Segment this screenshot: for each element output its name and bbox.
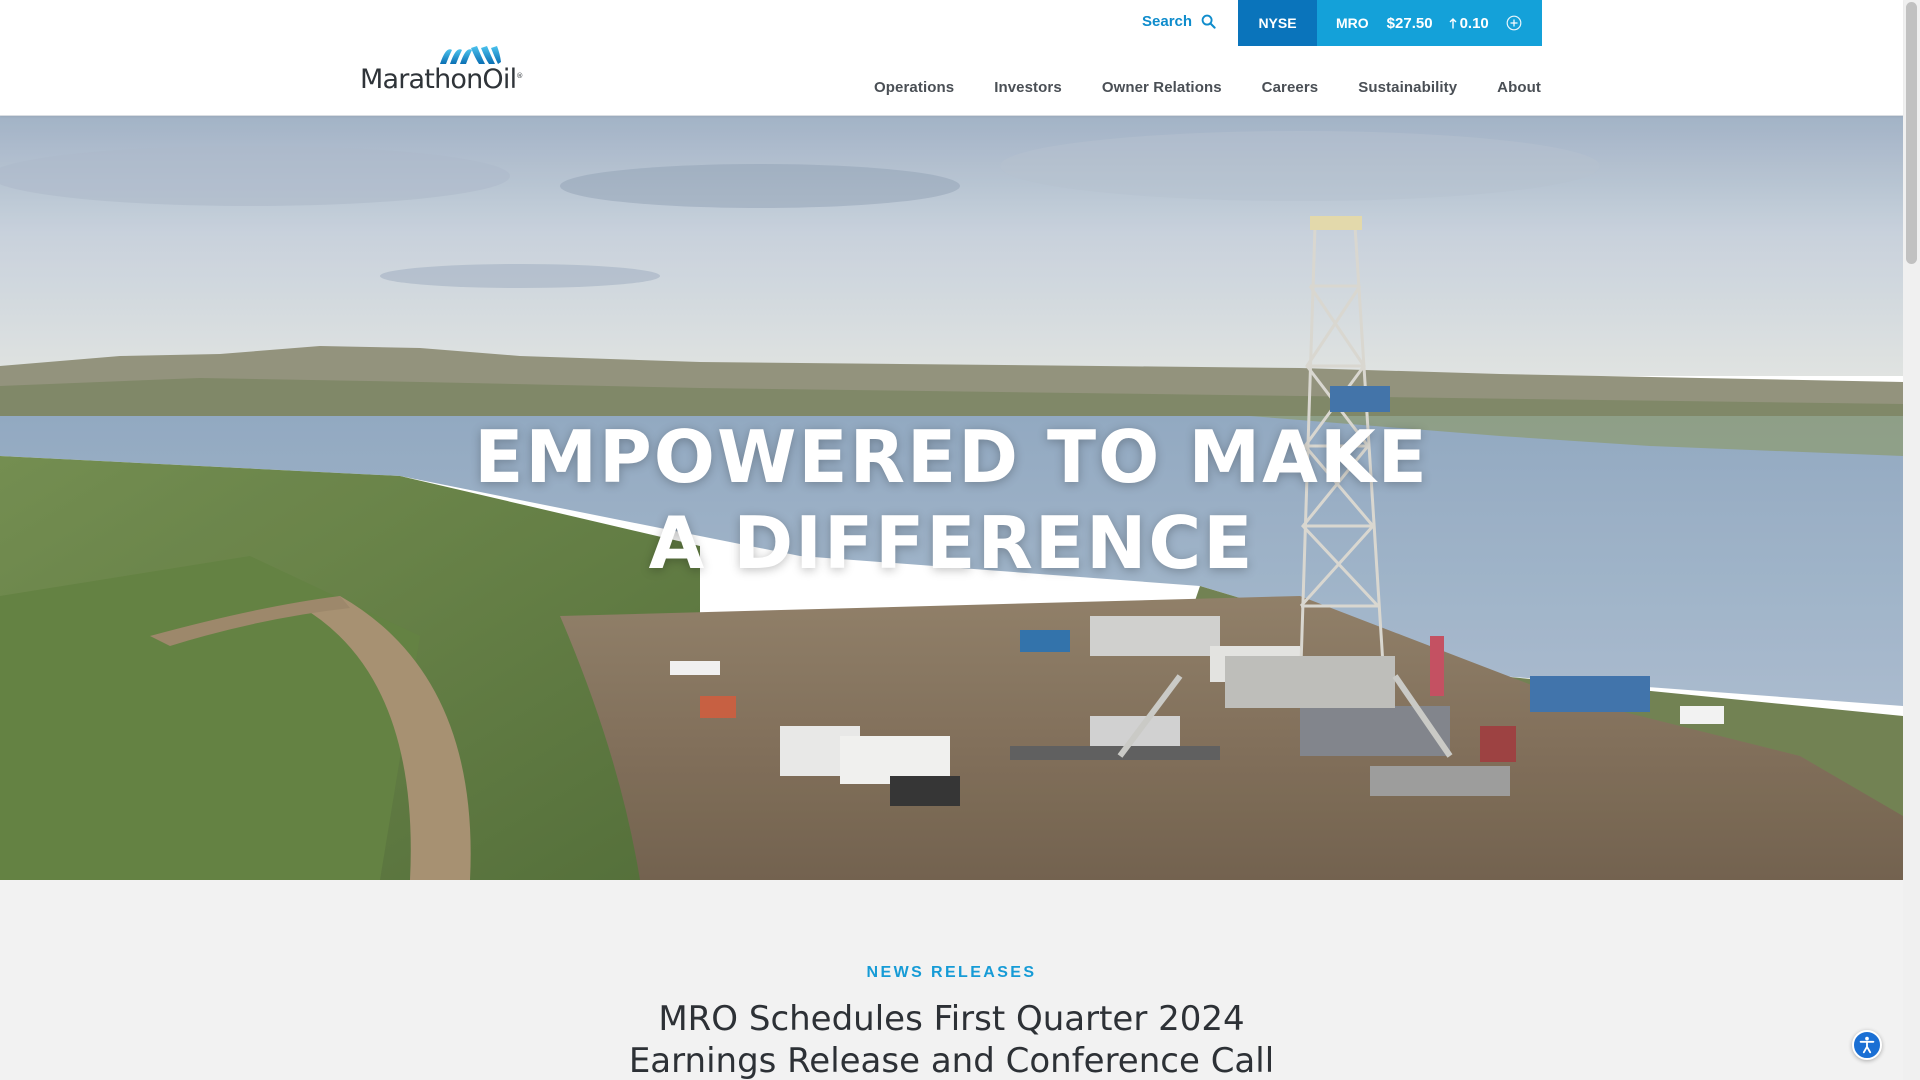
hero-banner: EMPOWERED TO MAKE A DIFFERENCE xyxy=(0,116,1903,880)
logo-word-1: Marathon xyxy=(360,64,483,95)
nav-item-sustainability[interactable]: Sustainability xyxy=(1358,79,1457,96)
stock-change: 0.10 xyxy=(1449,15,1489,32)
main-nav: Operations Investors Owner Relations Car… xyxy=(874,79,1541,96)
nav-item-investors[interactable]: Investors xyxy=(994,79,1062,96)
logo-trademark: ® xyxy=(516,72,523,80)
search-icon xyxy=(1201,14,1216,29)
news-headline-line-1: MRO Schedules First Quarter 2024 xyxy=(658,999,1245,1039)
news-headline-link[interactable]: MRO Schedules First Quarter 2024 Earning… xyxy=(0,998,1903,1080)
stock-exchange-label: NYSE xyxy=(1238,0,1317,46)
hero-title-line-1: EMPOWERED TO MAKE xyxy=(474,415,1429,499)
page-scrollbar[interactable] xyxy=(1903,0,1920,1080)
stock-change-value: 0.10 xyxy=(1459,14,1489,32)
nav-item-owner-relations[interactable]: Owner Relations xyxy=(1102,79,1222,96)
stock-ticker: NYSE MRO $27.50 0.10 xyxy=(1238,0,1542,46)
accessibility-icon xyxy=(1859,1036,1875,1054)
page: MarathonOil® Search NYSE MRO $27.50 0.10 xyxy=(0,0,1920,1080)
scrollbar-thumb[interactable] xyxy=(1906,2,1917,264)
hero-title: EMPOWERED TO MAKE A DIFFERENCE xyxy=(0,414,1903,586)
logo-wordmark: MarathonOil® xyxy=(360,64,523,95)
nav-item-operations[interactable]: Operations xyxy=(874,79,954,96)
news-releases-section: NEWS RELEASES MRO Schedules First Quarte… xyxy=(0,880,1903,1080)
marathon-oil-logo[interactable]: MarathonOil® xyxy=(360,44,538,96)
news-headline-line-2: Earnings Release and Conference Call xyxy=(628,1041,1275,1080)
search-label: Search xyxy=(1142,13,1193,30)
nav-item-careers[interactable]: Careers xyxy=(1262,79,1319,96)
stock-price: $27.50 xyxy=(1386,14,1433,32)
site-header: MarathonOil® Search NYSE MRO $27.50 0.10 xyxy=(0,0,1903,116)
stock-symbol: MRO xyxy=(1336,15,1369,31)
news-section-label: NEWS RELEASES xyxy=(866,964,1037,981)
search-button[interactable]: Search xyxy=(1142,13,1216,30)
logo-word-2: Oil xyxy=(482,64,517,95)
plus-circle-icon[interactable] xyxy=(1506,15,1522,31)
accessibility-button[interactable] xyxy=(1852,1030,1882,1060)
marathon-wave-logo-icon xyxy=(440,46,501,64)
hero-title-line-2: A DIFFERENCE xyxy=(648,501,1255,585)
arrow-up-icon xyxy=(1449,17,1457,28)
stock-quote: MRO $27.50 0.10 xyxy=(1317,0,1542,46)
nav-item-about[interactable]: About xyxy=(1497,79,1541,96)
